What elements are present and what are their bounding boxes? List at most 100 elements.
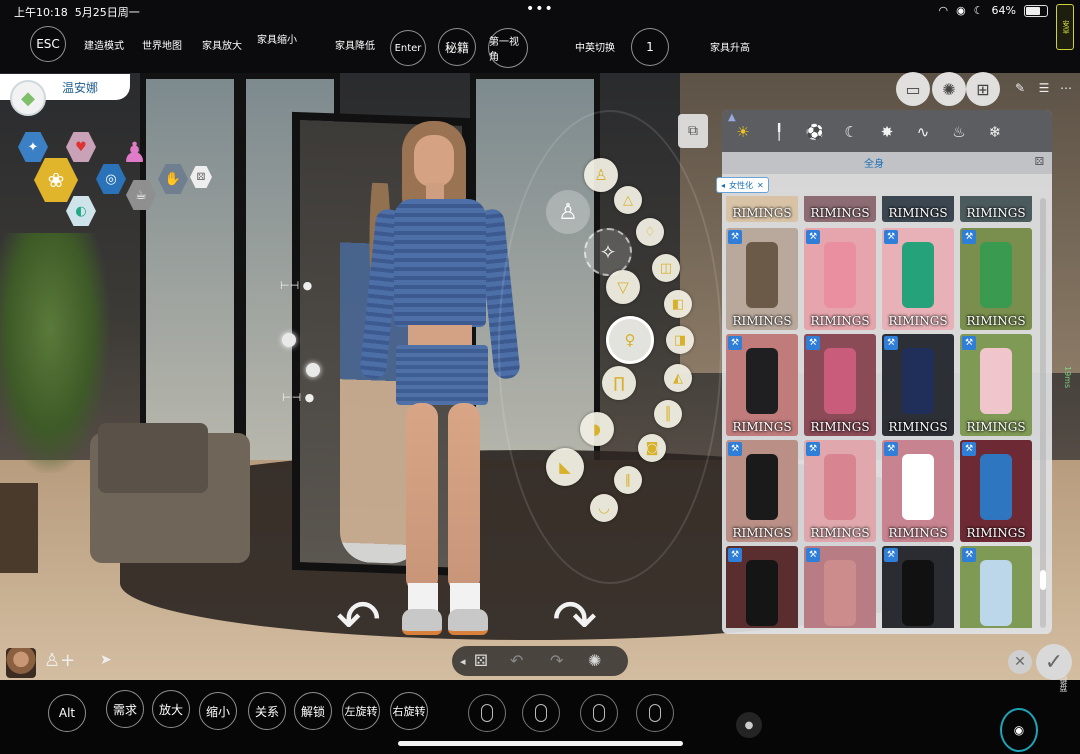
keyboard-toggle[interactable]: 键盘 xyxy=(1058,676,1069,692)
gallery-folder-icon[interactable]: ▭ xyxy=(896,72,930,106)
undo-icon[interactable]: ↶ xyxy=(510,651,523,670)
tab-party-icon[interactable]: ✸ xyxy=(876,121,898,143)
catalog-item-partial[interactable]: RIMINGS xyxy=(882,196,954,222)
key-one[interactable]: 1 xyxy=(631,28,669,66)
key-zoom-in[interactable]: 放大 xyxy=(152,690,190,728)
add-sim-icon[interactable]: ♙+ xyxy=(44,650,75,671)
mouse-right-click-icon[interactable] xyxy=(636,694,674,732)
list-icon[interactable]: ☰ xyxy=(1034,78,1054,98)
wheel-outfit-icon[interactable]: ♢ xyxy=(636,218,664,246)
wheel-bag-icon[interactable]: ◙ xyxy=(638,434,666,462)
wheel-shoes-icon[interactable]: ◣ xyxy=(546,448,584,486)
catalog-item[interactable]: ⚒ RIMINGS xyxy=(726,334,798,436)
person-edit-icon[interactable]: ✎ xyxy=(1010,78,1030,98)
catalog-item-partial[interactable]: RIMINGS xyxy=(960,196,1032,222)
wheel-shirt-icon[interactable]: ▽ xyxy=(606,270,640,304)
filter-chip-close-icon[interactable]: ✕ xyxy=(757,181,764,190)
tab-moon-icon[interactable]: ☾ xyxy=(840,121,862,143)
key-world-map[interactable]: 世界地图 xyxy=(142,26,182,62)
catalog-item[interactable]: ⚒ xyxy=(726,546,798,628)
key-build-mode[interactable]: 建造模式 xyxy=(84,26,124,62)
tab-swim-icon[interactable]: ∿ xyxy=(912,121,934,143)
wheel-legwear-icon[interactable]: ∥ xyxy=(614,466,642,494)
body-slider-dot-2[interactable] xyxy=(306,363,320,377)
cart-icon[interactable]: ⊞ xyxy=(966,72,1000,106)
wheel-vest-icon[interactable]: ◨ xyxy=(666,326,694,354)
randomize-dice-icon[interactable]: ⚄ xyxy=(474,651,488,670)
sim-figure-icon[interactable]: ♟ xyxy=(122,136,147,169)
key-lang-switch[interactable]: 中英切换 xyxy=(574,28,616,64)
controller-mode-icon[interactable]: ◉ xyxy=(1000,708,1038,752)
catalog-item[interactable]: ⚒ RIMINGS xyxy=(804,228,876,330)
key-unlock[interactable]: 解锁 xyxy=(294,692,332,730)
key-relationships[interactable]: 关系 xyxy=(248,692,286,730)
redo-icon[interactable]: ↷ xyxy=(550,651,563,670)
pill-left-arrow-icon[interactable]: ◂ xyxy=(460,655,466,668)
key-furniture-raise[interactable]: 家具升高 xyxy=(708,28,752,64)
wheel-skirt-icon[interactable]: ◭ xyxy=(664,364,692,392)
filter-chip[interactable]: ◂ 女性化 ✕ xyxy=(716,177,769,193)
lightbulb-icon[interactable]: ✺ xyxy=(932,72,966,106)
tab-cold-icon[interactable]: ❄ xyxy=(984,121,1006,143)
catalog-item[interactable]: ⚒ RIMINGS xyxy=(960,228,1032,330)
catalog-item[interactable]: ⚒ RIMINGS xyxy=(882,228,954,330)
body-category-icon[interactable]: ♙ xyxy=(546,190,590,234)
wheel-top-full-icon[interactable]: ♙ xyxy=(584,158,618,192)
rotate-right-arrow[interactable]: ↷ xyxy=(552,593,597,647)
wheel-jacket-icon[interactable]: ◧ xyxy=(664,290,692,318)
catalog-scrollbar[interactable] xyxy=(1040,198,1046,628)
key-furniture-lower[interactable]: 家具降低 xyxy=(334,26,376,62)
catalog-item[interactable]: ⚒ RIMINGS xyxy=(960,334,1032,436)
catalog-item[interactable]: ⚒ RIMINGS xyxy=(804,440,876,542)
catalog-item[interactable]: ⚒ RIMINGS xyxy=(882,440,954,542)
key-rotate-left[interactable]: 左旋转 xyxy=(342,692,380,730)
catalog-item[interactable]: ⚒ RIMINGS xyxy=(726,228,798,330)
catalog-item[interactable]: ⚒ xyxy=(960,546,1032,628)
catalog-item[interactable]: ⚒ RIMINGS xyxy=(726,440,798,542)
key-alt[interactable]: Alt xyxy=(48,694,86,732)
outfit-copy-icon[interactable]: ⧉ xyxy=(678,114,708,148)
catalog-item-partial[interactable]: RIMINGS xyxy=(726,196,798,222)
hip-slider-handle[interactable]: ⊢⊣ ● xyxy=(282,391,314,404)
key-first-person[interactable]: 第一视角 xyxy=(488,28,528,68)
catalog-item-partial[interactable]: RIMINGS xyxy=(804,196,876,222)
confirm-button[interactable]: ✓ xyxy=(1036,644,1072,680)
tab-scroll-up-icon[interactable]: ▲ xyxy=(728,112,736,123)
tab-flame-icon[interactable]: ♨ xyxy=(948,121,970,143)
key-needs[interactable]: 需求 xyxy=(106,690,144,728)
wheel-dress-icon[interactable]: △ xyxy=(614,186,642,214)
body-slider-dot[interactable] xyxy=(282,333,296,347)
catalog-item[interactable]: ⚒ RIMINGS xyxy=(882,334,954,436)
mouse-scroll-icon[interactable] xyxy=(580,694,618,732)
dice-random-icon[interactable]: ⚄ xyxy=(1034,155,1044,168)
mouse-left-click-icon[interactable] xyxy=(522,694,560,732)
catalog-item[interactable]: ⚒ RIMINGS xyxy=(804,334,876,436)
wheel-underwear-icon[interactable]: ◡ xyxy=(590,494,618,522)
multitask-dots[interactable]: ••• xyxy=(526,1,554,17)
body-details-icon[interactable]: ✧ xyxy=(584,228,632,276)
catalog-item[interactable]: ⚒ RIMINGS xyxy=(960,440,1032,542)
tab-tie-icon[interactable]: ╿ xyxy=(768,121,790,143)
catalog-item[interactable]: ⚒ xyxy=(804,546,876,628)
key-esc[interactable]: ESC xyxy=(30,26,66,62)
more-icon[interactable]: ⋯ xyxy=(1056,78,1076,98)
rotate-left-arrow[interactable]: ↶ xyxy=(336,593,381,647)
wheel-socks-icon[interactable]: ◗ xyxy=(580,412,614,446)
key-furniture-shrink[interactable]: 家具缩小 xyxy=(256,20,298,56)
catalog-item[interactable]: ⚒ xyxy=(882,546,954,628)
key-cheats[interactable]: 秘籍 xyxy=(438,28,476,66)
outfit-top[interactable] xyxy=(394,199,486,327)
plumbob-icon[interactable]: ◆ xyxy=(10,80,46,116)
width-slider-handle[interactable]: ⊢⊣ ● xyxy=(280,279,312,292)
mouse-button-icon[interactable] xyxy=(468,694,506,732)
sim-avatar[interactable] xyxy=(6,648,36,678)
key-rotate-right[interactable]: 右旋转 xyxy=(390,692,428,730)
outfit-bottom[interactable] xyxy=(396,345,488,405)
wheel-fullbody-selected[interactable]: ♀ xyxy=(606,316,654,364)
tab-ball-icon[interactable]: ⚽ xyxy=(804,121,826,143)
light-bulb-icon[interactable]: ✺ xyxy=(588,651,601,670)
wheel-pants-icon[interactable]: ∏ xyxy=(602,366,636,400)
cancel-button[interactable]: ✕ xyxy=(1008,650,1032,674)
home-indicator[interactable] xyxy=(398,741,683,746)
outfit-shoes[interactable] xyxy=(402,609,442,635)
